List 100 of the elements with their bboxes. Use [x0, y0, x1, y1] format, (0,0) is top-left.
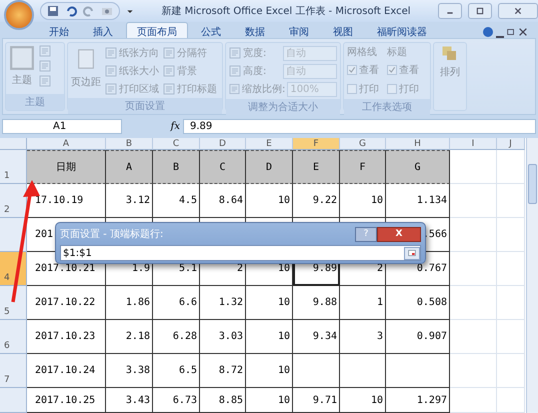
ribbon-tab[interactable]: 数据 [234, 22, 276, 38]
select-all-corner[interactable] [0, 138, 27, 150]
group-label: 工作表选项 [344, 99, 430, 115]
close-button[interactable]: X [377, 226, 421, 242]
table-cell: 2017.10.24 [27, 354, 106, 388]
checkbox-label: 查看 [359, 64, 379, 77]
row-header[interactable]: 1 [0, 150, 27, 184]
redo-icon [83, 5, 95, 17]
help-icon [482, 26, 494, 38]
table-cell: 8.64 [200, 184, 246, 218]
table-cell: 10 [246, 354, 293, 388]
page-icon [105, 82, 117, 94]
minimize-icon [496, 36, 504, 38]
column-header[interactable]: A [27, 138, 106, 150]
table-cell: F [340, 150, 386, 184]
check-icon [388, 66, 396, 74]
page-icon [163, 64, 175, 76]
column-header[interactable]: J [497, 138, 525, 150]
ribbon-tab[interactable]: 公式 [190, 22, 232, 38]
table-cell: 6.6 [153, 286, 200, 320]
table-cell: 0.907 [386, 320, 450, 354]
scale-icon [229, 83, 240, 95]
checkbox-label: 查看 [399, 64, 419, 77]
row-header[interactable] [0, 388, 27, 413]
table-cell: D [246, 150, 293, 184]
column-header[interactable]: G [340, 138, 386, 150]
page-icon [163, 46, 175, 58]
table-cell: 3 [340, 320, 386, 354]
table-cell: 3.03 [200, 320, 246, 354]
row-header[interactable]: 5 [0, 286, 27, 320]
table-cell: 2017.10.22 [27, 286, 106, 320]
option-heading: 标题 [387, 46, 408, 59]
table-cell: C [200, 150, 246, 184]
page-icon [105, 46, 117, 58]
scrollbar-thumb[interactable] [528, 164, 537, 204]
table-cell: 10 [246, 320, 293, 354]
table-cell: 6.73 [153, 388, 200, 413]
restore-icon [506, 26, 516, 38]
table-cell: 8.85 [200, 388, 246, 413]
row-header[interactable]: 7 [0, 354, 27, 388]
office-button[interactable] [4, 0, 34, 30]
row-header[interactable]: 2 [0, 184, 27, 218]
restore-icon [476, 7, 484, 15]
page-icon [105, 64, 117, 76]
group-label: 主题 [6, 94, 64, 110]
field-label: 缩放比例: [242, 82, 286, 96]
column-header[interactable]: E [246, 138, 293, 150]
table-cell: 6.28 [153, 320, 200, 354]
close-icon [514, 7, 522, 15]
name-box[interactable]: A1 [2, 118, 122, 134]
table-cell: 1.297 [386, 388, 450, 413]
row-header[interactable]: 6 [0, 320, 27, 354]
ribbon-tab[interactable]: 审阅 [278, 22, 320, 38]
theme-icon [9, 45, 35, 71]
expand-button[interactable] [404, 246, 420, 260]
checkbox-label: 打印 [399, 82, 419, 96]
ribbon-tab[interactable]: 插入 [82, 22, 124, 38]
close-button[interactable] [498, 3, 538, 19]
table-cell: 10 [246, 286, 293, 320]
checkbox-label: 打印 [359, 82, 379, 96]
save-icon [47, 5, 59, 17]
restore-button[interactable] [468, 3, 492, 19]
table-cell: 9.71 [293, 388, 340, 413]
table-cell: 6.5 [153, 354, 200, 388]
close-icon [518, 26, 528, 38]
table-cell: 日期 [27, 150, 106, 184]
formula-field[interactable]: 9.89 [183, 118, 536, 134]
table-cell: 17.10.19 [27, 184, 106, 218]
page-icon [163, 82, 175, 94]
camera-icon [101, 5, 113, 17]
column-header[interactable]: C [153, 138, 200, 150]
table-cell: 3.43 [106, 388, 153, 413]
function-label[interactable]: fx [125, 120, 180, 132]
table-cell: 1.32 [200, 286, 246, 320]
column-header[interactable]: H [386, 138, 450, 150]
table-cell: 2.18 [106, 320, 153, 354]
scale-icon [229, 47, 241, 59]
table-cell: 2017.10.25 [27, 388, 106, 413]
range-icon [407, 249, 417, 257]
table-cell: 2017.10.23 [27, 320, 106, 354]
table-cell: 4.5 [153, 184, 200, 218]
table-cell: 3.38 [106, 354, 153, 388]
table-cell: G [386, 150, 450, 184]
table-cell: 8.72 [200, 354, 246, 388]
table-cell: 3.12 [106, 184, 153, 218]
ribbon-tab[interactable]: 福昕阅读器 [366, 22, 438, 38]
range-field[interactable]: $1:$1 [60, 245, 421, 261]
table-cell: 10 [246, 388, 293, 413]
ribbon-tab[interactable]: 页面布局 [126, 22, 188, 38]
column-header[interactable]: I [450, 138, 497, 150]
column-header[interactable]: B [106, 138, 153, 150]
option-heading: 网格线 [347, 46, 378, 59]
table-cell: E [293, 150, 340, 184]
table-cell: 10 [246, 184, 293, 218]
column-header[interactable]: D [200, 138, 246, 150]
ribbon-tab[interactable]: 开始 [38, 22, 80, 38]
ribbon-tab[interactable]: 视图 [322, 22, 364, 38]
minimize-button[interactable] [438, 3, 462, 19]
column-header[interactable]: F [293, 138, 340, 150]
table-cell: 1.134 [386, 184, 450, 218]
